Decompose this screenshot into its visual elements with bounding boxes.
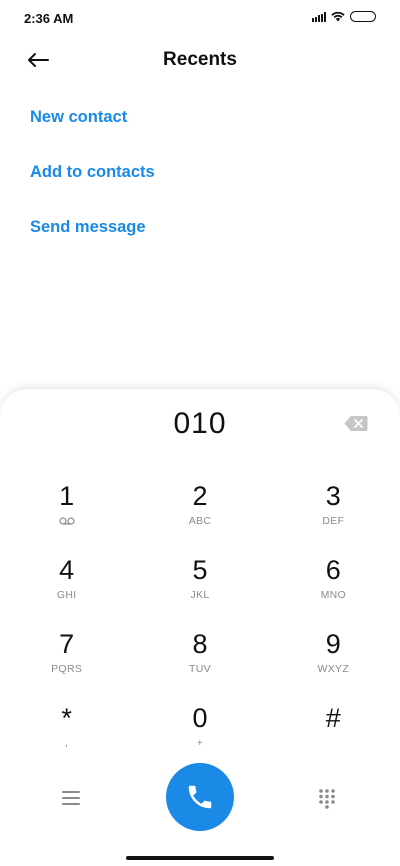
key-letters: WXYZ [317,663,350,675]
key-6[interactable]: 6 MNO [267,553,400,627]
header: Recents [0,40,400,80]
keypad: 1 2 ABC 3 DEF 4 GHI 5 JKL 6 MNO 7 PQRS 8… [0,479,400,775]
page-title: Recents [163,49,237,70]
key-2[interactable]: 2 ABC [133,479,266,553]
call-button[interactable] [166,763,234,831]
menu-icon[interactable] [60,787,82,809]
key-9[interactable]: 9 WXYZ [267,627,400,701]
key-digit: # [325,703,341,733]
add-to-contacts-link[interactable]: Add to contacts [30,155,155,210]
dialed-number: 010 [173,407,227,440]
key-digit: 4 [59,555,75,585]
key-letters: + [196,737,204,749]
dialer-screen: 2:36 AM Recents New contact Add to conta… [0,0,400,866]
key-letters [59,515,75,527]
status-icons [312,11,376,22]
dialpad-sheet: 010 1 2 ABC 3 DEF 4 GHI 5 JKL 6 MNO 7 PQ… [0,388,400,866]
status-time: 2:36 AM [24,11,74,26]
key-4[interactable]: 4 GHI [0,553,133,627]
key-digit: 8 [192,629,208,659]
number-actions: New contact Add to contacts Send message [30,100,155,265]
home-indicator[interactable] [126,856,274,860]
dialer-bottom-bar [0,763,400,833]
key-letters: ABC [188,515,212,527]
key-letters: DEF [322,515,345,527]
dialpad-icon[interactable] [316,787,338,809]
key-digit: 7 [59,629,75,659]
key-5[interactable]: 5 JKL [133,553,266,627]
key-letters: , [65,737,69,749]
key-digit: 2 [192,481,208,511]
key-digit: 0 [192,703,208,733]
key-digit: * [61,703,72,733]
key-digit: 5 [192,555,208,585]
key-digit: 9 [325,629,341,659]
signal-icon [312,11,326,22]
key-letters: GHI [56,589,77,601]
wifi-icon [331,11,345,22]
key-letters: MNO [320,589,347,601]
key-letters: TUV [189,663,211,675]
status-bar: 2:36 AM [0,0,400,36]
key-1[interactable]: 1 [0,479,133,553]
voicemail-icon [59,517,75,525]
phone-icon [188,785,212,809]
backspace-icon[interactable] [344,415,368,432]
key-digit: 6 [325,555,341,585]
key-letters: PQRS [51,663,83,675]
new-contact-link[interactable]: New contact [30,100,155,155]
battery-icon [350,11,376,22]
key-letters: JKL [190,589,210,601]
key-3[interactable]: 3 DEF [267,479,400,553]
key-digit: 3 [325,481,341,511]
key-7[interactable]: 7 PQRS [0,627,133,701]
send-message-link[interactable]: Send message [30,210,155,265]
key-8[interactable]: 8 TUV [133,627,266,701]
key-digit: 1 [59,481,75,511]
